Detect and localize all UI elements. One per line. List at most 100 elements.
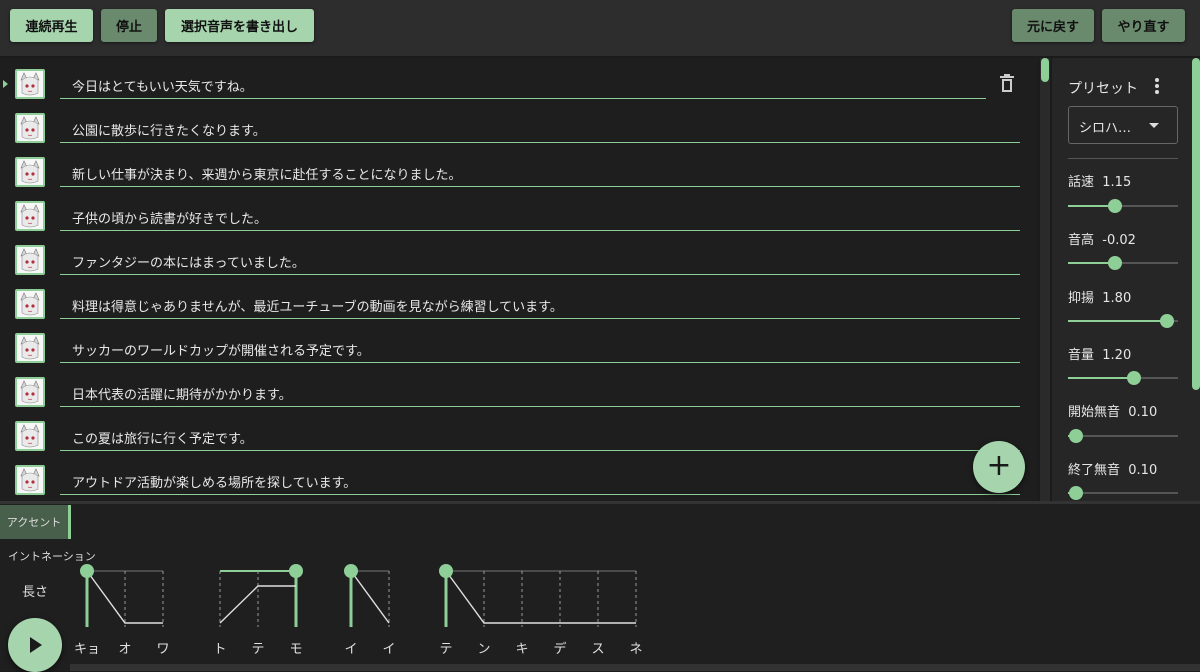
- sentence-input[interactable]: ファンタジーの本にはまっていました。: [60, 242, 1020, 275]
- character-avatar[interactable]: [15, 465, 45, 495]
- sentence-row[interactable]: 料理は得意じゃありませんが、最近ユーチューブの動画を見ながら練習しています。: [0, 278, 1038, 322]
- sentence-row[interactable]: 公園に散歩に行きたくなります。: [0, 102, 1038, 146]
- mora-label: モ: [289, 642, 303, 657]
- character-avatar[interactable]: [15, 289, 45, 319]
- sentence-row[interactable]: アウトドア活動が楽しめる場所を探しています。: [0, 454, 1038, 498]
- tab-length[interactable]: 長さ: [22, 573, 48, 607]
- mora-label: テ: [439, 642, 453, 657]
- mora-label: ト: [213, 642, 227, 657]
- stop-button[interactable]: 停止: [101, 9, 157, 42]
- sentence-row[interactable]: ファンタジーの本にはまっていました。: [0, 234, 1038, 278]
- mora-label: オ: [118, 642, 132, 657]
- slider-knob[interactable]: [1160, 314, 1174, 328]
- sentence-input[interactable]: 公園に散歩に行きたくなります。: [60, 110, 1020, 143]
- mora-label: キ: [515, 642, 529, 657]
- parameter-panel-scrollbar[interactable]: [1192, 58, 1200, 390]
- mora-label: ン: [477, 642, 491, 657]
- pre-silence-slider[interactable]: [1068, 429, 1178, 443]
- slider-knob[interactable]: [1068, 429, 1083, 443]
- character-avatar[interactable]: [15, 245, 45, 275]
- sentence-input[interactable]: 日本代表の活躍に期待がかかります。: [60, 374, 1020, 407]
- detail-scrollbar[interactable]: [70, 664, 1200, 671]
- continuous-play-button[interactable]: 連続再生: [10, 9, 93, 42]
- sentence-text: 新しい仕事が決まり、来週から東京に赴任することになりました。: [72, 168, 462, 183]
- divider: [1068, 158, 1178, 159]
- character-avatar[interactable]: [15, 377, 45, 407]
- sentence-row[interactable]: 新しい仕事が決まり、来週から東京に赴任することになりました。: [0, 146, 1038, 190]
- redo-button[interactable]: やり直す: [1102, 9, 1185, 42]
- mora-label: ワ: [156, 642, 170, 657]
- chevron-down-icon: [1149, 123, 1159, 128]
- param-label-pre-silence: 開始無音 0.10: [1068, 405, 1158, 420]
- toolbar: 連続再生 停止 選択音声を書き出し 元に戻す やり直す: [0, 0, 1200, 56]
- character-avatar[interactable]: [15, 421, 45, 451]
- sentence-text: アウトドア活動が楽しめる場所を探しています。: [72, 476, 357, 491]
- active-row-caret-icon: [3, 80, 8, 88]
- export-selected-button[interactable]: 選択音声を書き出し: [165, 9, 314, 42]
- mora-label: イ: [344, 642, 358, 657]
- more-vert-icon[interactable]: [1152, 78, 1162, 96]
- sentence-input[interactable]: 子供の頃から読書が好きでした。: [60, 198, 1020, 231]
- mora-label: テ: [251, 642, 265, 657]
- param-label-volume: 音量 1.20: [1068, 348, 1132, 363]
- tab-accent[interactable]: アクセント: [0, 505, 71, 539]
- sentence-input[interactable]: この夏は旅行に行く予定です。: [60, 418, 1020, 451]
- sentence-list-scrollbar[interactable]: [1040, 58, 1050, 501]
- character-avatar[interactable]: [15, 113, 45, 143]
- param-label-speed: 話速 1.15: [1068, 175, 1132, 190]
- slider-knob[interactable]: [1127, 371, 1141, 385]
- scrollbar-thumb[interactable]: [1041, 58, 1049, 82]
- param-label-post-silence: 終了無音 0.10: [1068, 463, 1158, 478]
- sentence-row[interactable]: この夏は旅行に行く予定です。: [0, 410, 1038, 454]
- slider-knob[interactable]: [1068, 486, 1083, 500]
- sentence-text: 今日はとてもいい天気ですね。: [72, 80, 253, 95]
- character-avatar[interactable]: [15, 201, 45, 231]
- character-avatar[interactable]: [15, 157, 45, 187]
- mora-label: デ: [553, 642, 567, 657]
- accent-handle[interactable]: [439, 564, 453, 578]
- accent-handle[interactable]: [289, 564, 303, 578]
- sentence-input[interactable]: 料理は得意じゃありませんが、最近ユーチューブの動画を見ながら練習しています。: [60, 286, 1020, 319]
- param-label-pitch: 音高 -0.02: [1068, 233, 1136, 248]
- sentence-input[interactable]: サッカーのワールドカップが開催される予定です。: [60, 330, 1020, 363]
- param-label-intonation: 抑揚 1.80: [1068, 291, 1132, 306]
- play-button[interactable]: [8, 618, 62, 672]
- sentence-text: サッカーのワールドカップが開催される予定です。: [72, 344, 370, 359]
- preset-value: シロハ…: [1079, 121, 1132, 136]
- character-avatar[interactable]: [15, 69, 45, 99]
- pitch-contour: [350, 570, 390, 624]
- sentence-input[interactable]: アウトドア活動が楽しめる場所を探しています。: [60, 462, 1020, 495]
- trash-icon[interactable]: [998, 74, 1016, 94]
- slider-knob[interactable]: [1108, 256, 1123, 270]
- sentence-row[interactable]: 日本代表の活躍に期待がかかります。: [0, 366, 1038, 410]
- sentence-row[interactable]: サッカーのワールドカップが開催される予定です。: [0, 322, 1038, 366]
- sentence-row[interactable]: 子供の頃から読書が好きでした。: [0, 190, 1038, 234]
- preset-select[interactable]: シロハ…: [1068, 106, 1178, 144]
- sentence-text: 日本代表の活躍に期待がかかります。: [72, 388, 292, 403]
- accent-handle[interactable]: [344, 564, 358, 578]
- character-avatar[interactable]: [15, 333, 45, 363]
- undo-button[interactable]: 元に戻す: [1012, 9, 1094, 42]
- sentence-text: 公園に散歩に行きたくなります。: [72, 124, 266, 139]
- volume-slider[interactable]: [1068, 371, 1178, 385]
- intonation-slider[interactable]: [1068, 314, 1178, 328]
- pitch-slider[interactable]: [1068, 256, 1178, 270]
- sentence-text: 子供の頃から読書が好きでした。: [72, 212, 268, 227]
- preset-title: プリセット: [1068, 81, 1138, 97]
- sentence-text: ファンタジーの本にはまっていました。: [72, 256, 305, 271]
- sentence-text: 料理は得意じゃありませんが、最近ユーチューブの動画を見ながら練習しています。: [72, 300, 563, 315]
- sentence-input[interactable]: 今日はとてもいい天気ですね。: [60, 66, 986, 99]
- sentence-row[interactable]: 今日はとてもいい天気ですね。: [0, 58, 1038, 102]
- post-silence-slider[interactable]: [1068, 486, 1178, 500]
- sentence-input[interactable]: 新しい仕事が決まり、来週から東京に赴任することになりました。: [60, 154, 1020, 187]
- play-icon: [30, 637, 42, 653]
- mora-label: キョ: [73, 642, 101, 657]
- mora-label: ネ: [629, 642, 643, 657]
- parameter-panel: プリセット シロハ… 話速 1.15 音高 -0.02 抑揚 1.80 音量 1…: [1052, 58, 1200, 501]
- accent-handle[interactable]: [80, 564, 94, 578]
- sentence-text: この夏は旅行に行く予定です。: [72, 432, 253, 447]
- speed-slider[interactable]: [1068, 199, 1178, 213]
- add-sentence-button[interactable]: +: [973, 441, 1025, 493]
- sentence-list: 今日はとてもいい天気ですね。 公園に散歩に行きたくなります。 新しい仕事が決まり…: [0, 58, 1038, 501]
- slider-knob[interactable]: [1108, 199, 1123, 213]
